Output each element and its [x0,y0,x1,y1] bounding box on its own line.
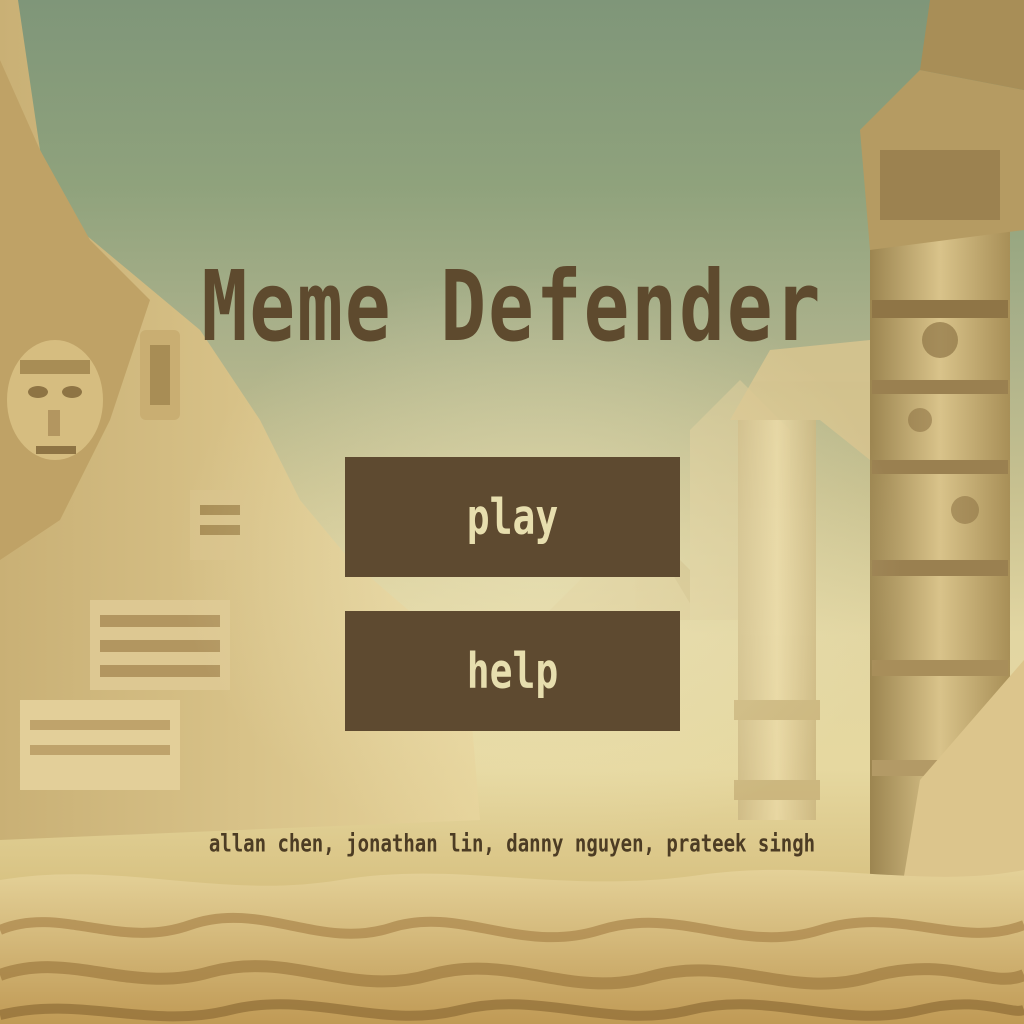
stone-columns [860,0,1024,900]
credits-text: allan chen, jonathan lin, danny nguyen, … [208,830,816,858]
sand-dunes [0,869,1024,1024]
game-screen: Meme Defender play help allan chen, jona… [0,0,1024,1024]
help-button[interactable]: help [345,611,680,731]
far-stone-column [730,340,870,820]
help-button-label: help [466,642,559,700]
game-title: Meme Defender [201,249,823,363]
play-button-label: play [466,488,559,546]
play-button[interactable]: play [345,457,680,577]
